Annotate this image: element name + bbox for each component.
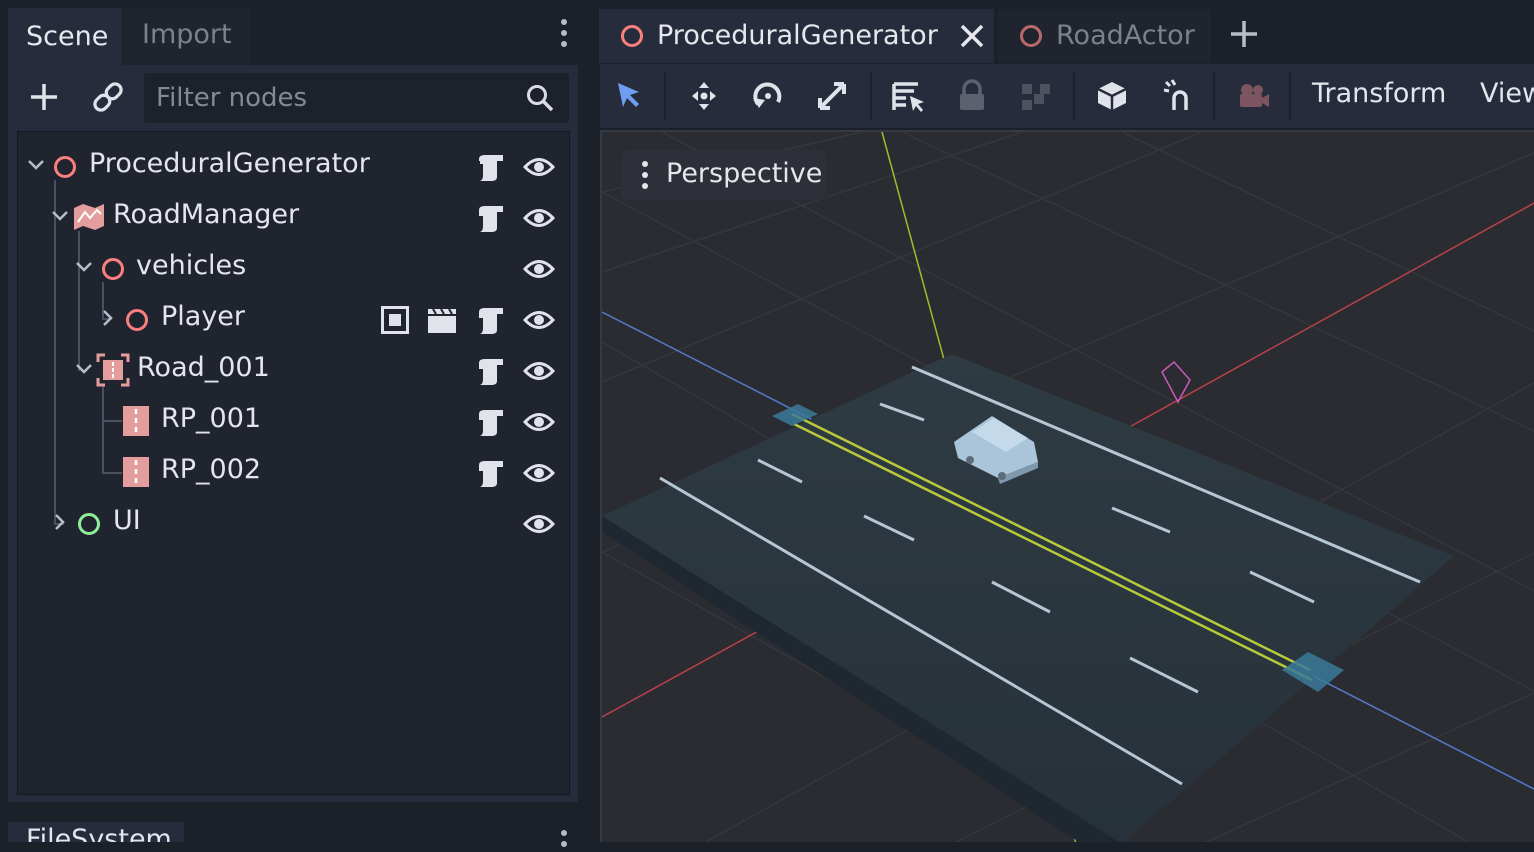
search-icon <box>527 85 554 112</box>
tree-item-label: Road_001 <box>137 352 270 383</box>
script-icon[interactable] <box>475 457 507 489</box>
camera-icon[interactable] <box>1232 74 1272 118</box>
visibility-eye-icon[interactable] <box>523 511 555 537</box>
tree-item-label: vehicles <box>136 250 247 281</box>
tree-item-label: RP_002 <box>161 454 262 485</box>
tab-scene[interactable]: Scene <box>8 8 122 65</box>
x-axis-line <box>1123 202 1534 431</box>
kebab-menu-icon <box>642 161 648 194</box>
move-icon[interactable] <box>684 74 724 118</box>
tree-item-player[interactable]: Player <box>18 295 571 343</box>
tab-filesystem-label: FileSystem <box>26 824 172 842</box>
script-icon[interactable] <box>475 304 507 336</box>
tree-item-label: ProceduralGenerator <box>89 148 370 179</box>
filter-nodes-input[interactable] <box>156 79 516 117</box>
separator <box>664 72 666 120</box>
close-icon[interactable] <box>959 23 985 49</box>
road-container-icon <box>96 353 130 387</box>
viewport-scene[interactable] <box>602 132 1534 842</box>
tree-item-label: RP_001 <box>161 403 262 434</box>
visibility-eye-icon[interactable] <box>523 154 555 180</box>
lock-icon[interactable] <box>952 74 992 118</box>
visibility-eye-icon[interactable] <box>523 409 555 435</box>
local-space-icon[interactable] <box>1092 74 1132 118</box>
tree-item-road-001[interactable]: Road_001 <box>18 346 571 394</box>
instance-scene-button[interactable] <box>90 78 126 116</box>
clapperboard-icon[interactable] <box>426 305 458 335</box>
tree-item-label: RoadManager <box>113 199 300 230</box>
rotate-icon[interactable] <box>748 74 788 118</box>
visibility-eye-icon[interactable] <box>523 307 555 333</box>
tab-import[interactable]: Import <box>124 8 250 65</box>
kebab-menu-icon[interactable] <box>561 19 567 52</box>
tab-label: ProceduralGenerator <box>657 20 938 51</box>
transform-menu[interactable]: Transform <box>1312 78 1446 109</box>
chevron-right-icon[interactable] <box>101 309 115 327</box>
tree-item-label: Player <box>161 301 246 332</box>
list-select-icon[interactable] <box>888 74 928 118</box>
add-tab-icon[interactable] <box>1228 18 1260 50</box>
node3d-icon <box>621 25 643 47</box>
link-icon <box>93 82 123 112</box>
control-node-icon <box>78 513 100 535</box>
instance-icon[interactable] <box>380 305 410 335</box>
chevron-down-icon[interactable] <box>27 158 45 172</box>
perspective-menu-button[interactable]: Perspective <box>622 150 826 200</box>
chevron-down-icon[interactable] <box>51 209 69 223</box>
node3d-icon <box>1020 25 1042 47</box>
tab-label: RoadActor <box>1056 20 1195 51</box>
visibility-eye-icon[interactable] <box>523 205 555 231</box>
filter-box <box>144 73 569 123</box>
select-icon[interactable] <box>608 74 648 118</box>
scene-tree: ProceduralGenerator RoadManager vehicles… <box>17 131 570 795</box>
separator <box>1289 72 1291 120</box>
visibility-eye-icon[interactable] <box>523 256 555 282</box>
script-icon[interactable] <box>475 151 507 183</box>
tree-item-rp-002[interactable]: RP_002 <box>18 448 571 496</box>
separator <box>1213 72 1215 120</box>
tab-roadactor[interactable]: RoadActor <box>998 9 1211 63</box>
kebab-menu-icon[interactable] <box>561 830 567 852</box>
node3d-icon <box>54 156 76 178</box>
tree-item-proceduralgenerator[interactable]: ProceduralGenerator <box>18 142 571 190</box>
visibility-eye-icon[interactable] <box>523 460 555 486</box>
perspective-label: Perspective <box>666 158 823 189</box>
road-point-icon <box>123 457 149 487</box>
snap-icon[interactable] <box>1158 74 1198 118</box>
node3d-icon <box>126 309 148 331</box>
tree-item-roadmanager[interactable]: RoadManager <box>18 193 571 241</box>
tab-filesystem[interactable]: FileSystem <box>8 822 184 842</box>
separator <box>870 72 872 120</box>
scale-icon[interactable] <box>812 74 852 118</box>
chevron-right-icon[interactable] <box>53 513 67 531</box>
tab-proceduralgenerator[interactable]: ProceduralGenerator <box>599 9 994 63</box>
chevron-down-icon[interactable] <box>75 260 93 274</box>
add-node-button[interactable] <box>26 78 62 116</box>
road-manager-icon <box>74 204 104 230</box>
tree-item-ui[interactable]: UI <box>18 499 571 547</box>
separator <box>1073 72 1075 120</box>
tree-item-vehicles[interactable]: vehicles <box>18 244 571 292</box>
tree-item-rp-001[interactable]: RP_001 <box>18 397 571 445</box>
chevron-down-icon[interactable] <box>75 362 93 376</box>
tree-item-label: UI <box>113 505 141 536</box>
road-point-icon <box>123 406 149 436</box>
visibility-eye-icon[interactable] <box>523 358 555 384</box>
plus-icon <box>31 84 57 110</box>
group-icon[interactable] <box>1016 74 1056 118</box>
node3d-icon <box>102 258 124 280</box>
3d-viewport[interactable]: Perspective <box>600 130 1534 842</box>
script-icon[interactable] <box>475 202 507 234</box>
view-menu[interactable]: View <box>1480 78 1534 109</box>
script-icon[interactable] <box>475 355 507 387</box>
script-icon[interactable] <box>475 406 507 438</box>
